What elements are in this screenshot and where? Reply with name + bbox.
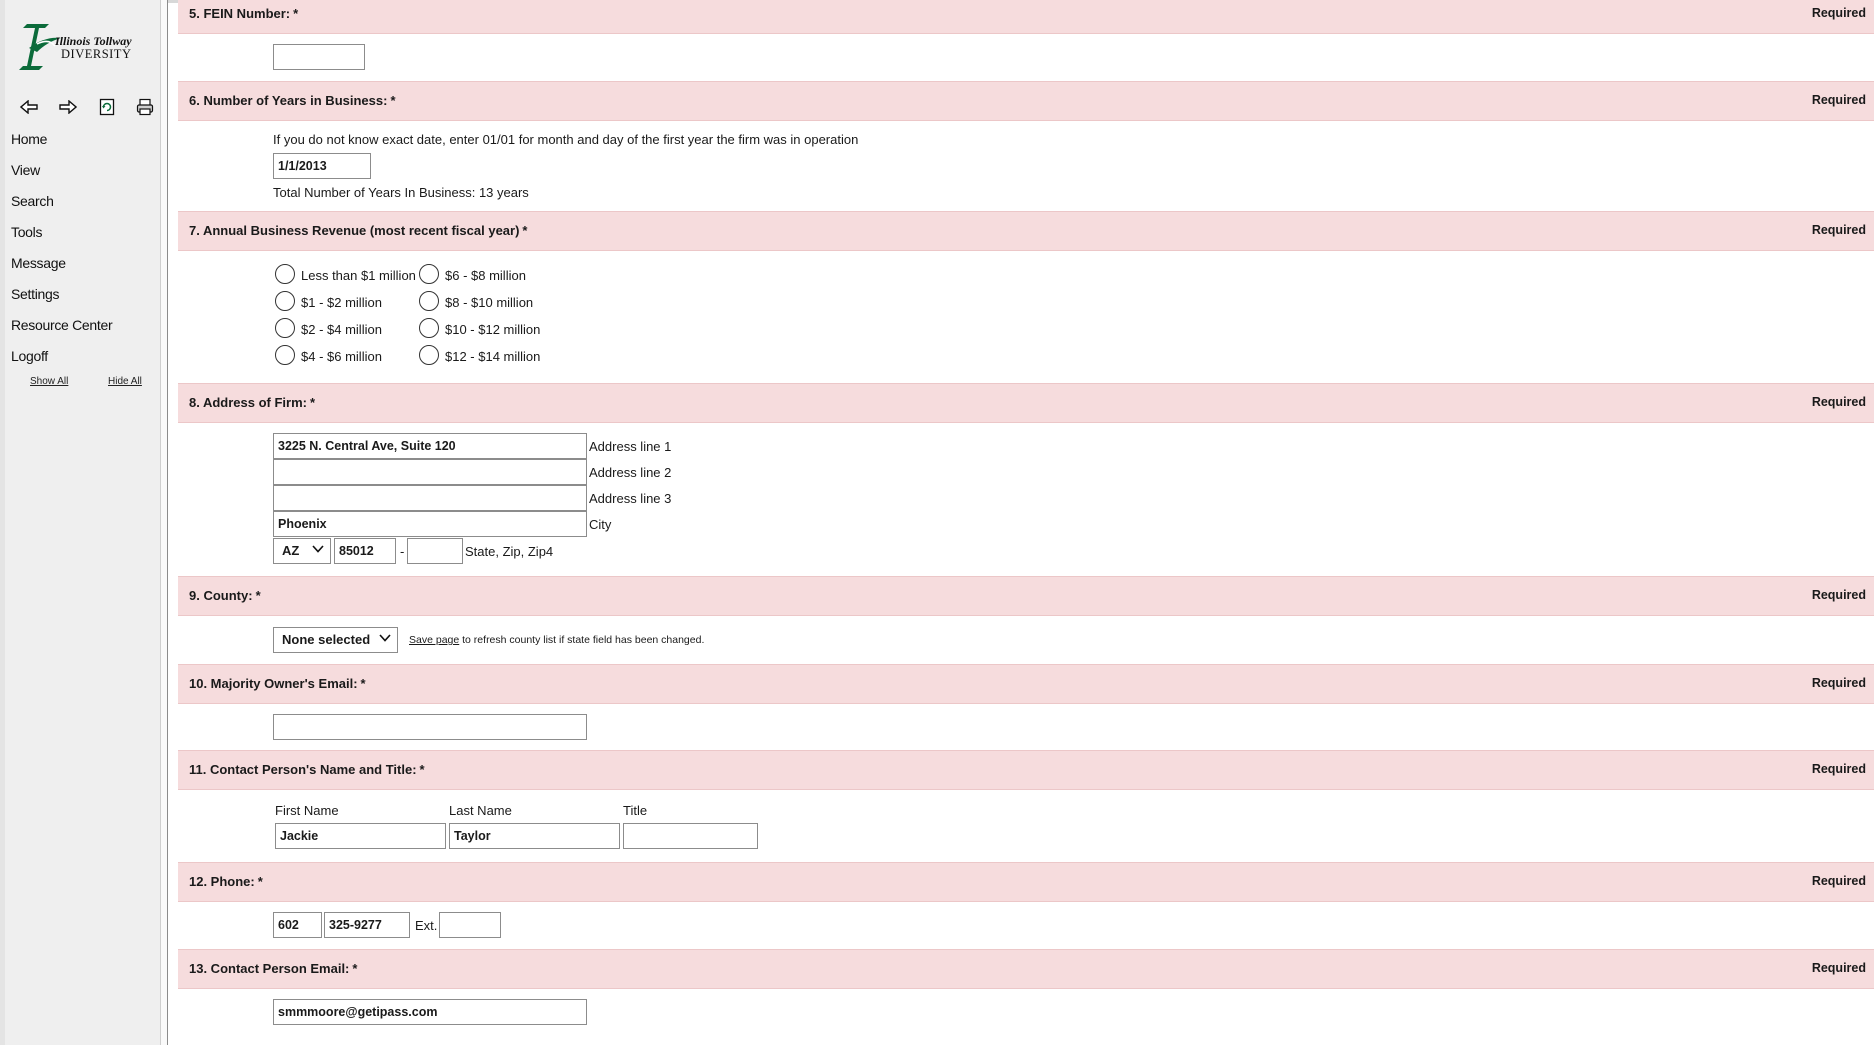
section-title: 5. FEIN Number: * xyxy=(189,6,299,21)
required-label: Required xyxy=(1811,762,1866,776)
state-select[interactable]: AZ xyxy=(273,538,331,564)
section-title: 13. Contact Person Email: * xyxy=(189,961,358,976)
radio-circle[interactable] xyxy=(419,345,439,365)
nav-item-home[interactable]: Home xyxy=(11,128,163,159)
sidebar: Illinois Tollway DIVERSITY Home View Sea… xyxy=(0,0,168,1045)
sidebar-toolbar xyxy=(11,96,163,118)
radio-circle[interactable] xyxy=(419,291,439,311)
nav-item-view[interactable]: View xyxy=(11,159,163,190)
section-title: 8. Address of Firm: * xyxy=(189,395,316,410)
address-line-1-label: Address line 1 xyxy=(589,439,672,454)
nav-item-search[interactable]: Search xyxy=(11,190,163,221)
county-note-text: to refresh county list if state field ha… xyxy=(459,634,705,646)
required-label: Required xyxy=(1811,676,1866,690)
zip-dash: - xyxy=(400,544,405,559)
phone-ext-label: Ext. xyxy=(415,918,438,933)
save-page-link[interactable]: Save page xyxy=(409,634,459,646)
phone-area-code-input[interactable]: 602 xyxy=(273,912,322,938)
forward-arrow-icon[interactable] xyxy=(56,96,80,118)
section-title: 6. Number of Years in Business: * xyxy=(189,93,396,108)
title-label: Title xyxy=(623,803,648,818)
county-refresh-note: Save page to refresh county list if stat… xyxy=(409,634,704,646)
radio-circle[interactable] xyxy=(275,291,295,311)
address-line-1-input[interactable]: 3225 N. Central Ave, Suite 120 xyxy=(273,433,587,459)
required-label: Required xyxy=(1811,874,1866,888)
zip4-input[interactable] xyxy=(407,538,463,564)
required-label: Required xyxy=(1811,395,1866,409)
section-header-years-in-business: 6. Number of Years in Business: * Require… xyxy=(178,81,1874,121)
last-name-input[interactable]: Taylor xyxy=(449,823,620,849)
refresh-icon[interactable] xyxy=(95,96,119,118)
required-label: Required xyxy=(1811,223,1866,237)
sidebar-divider xyxy=(160,0,168,1045)
section-title: 9. County: * xyxy=(189,588,261,603)
section-header-address: 8. Address of Firm: * Required xyxy=(178,383,1874,423)
chevron-down-icon xyxy=(312,545,324,553)
show-all-link[interactable]: Show All xyxy=(30,376,68,387)
address-line-3-input[interactable] xyxy=(273,485,587,511)
address-line-2-input[interactable] xyxy=(273,459,587,485)
radio-circle[interactable] xyxy=(275,318,295,338)
svg-text:Illinois Tollway: Illinois Tollway xyxy=(54,34,132,48)
last-name-label: Last Name xyxy=(449,803,512,818)
radio-circle[interactable] xyxy=(275,345,295,365)
section-title: 7. Annual Business Revenue (most recent … xyxy=(189,223,528,238)
state-zip-label: State, Zip, Zip4 xyxy=(465,544,554,559)
back-arrow-icon[interactable] xyxy=(17,96,41,118)
required-label: Required xyxy=(1811,93,1866,107)
nav-item-logoff[interactable]: Logoff xyxy=(11,345,163,376)
section-header-contact-email: 13. Contact Person Email: * Required xyxy=(178,949,1874,989)
first-name-input[interactable]: Jackie xyxy=(275,823,446,849)
radio-circle[interactable] xyxy=(275,264,295,284)
application-form: 5. FEIN Number: * Required 6. Number of Y… xyxy=(178,0,1874,1045)
address-line-2-label: Address line 2 xyxy=(589,465,672,480)
address-line-3-label: Address line 3 xyxy=(589,491,672,506)
contact-person-email-input[interactable]: smmmoore@getipass.com xyxy=(273,999,587,1025)
nav-item-resource-center[interactable]: Resource Center xyxy=(11,314,163,345)
radio-circle[interactable] xyxy=(419,264,439,284)
nav-item-tools[interactable]: Tools xyxy=(11,221,163,252)
required-label: Required xyxy=(1811,6,1866,20)
fein-number-input[interactable] xyxy=(273,44,365,70)
section-header-county: 9. County: * Required xyxy=(178,576,1874,616)
city-label: City xyxy=(589,517,612,532)
total-years-text: Total Number of Years In Business: 13 ye… xyxy=(273,185,529,200)
chevron-down-icon xyxy=(379,634,391,642)
years-in-business-hint: If you do not know exact date, enter 01/… xyxy=(273,132,859,147)
required-label: Required xyxy=(1811,961,1866,975)
state-select-value: AZ xyxy=(282,543,300,558)
county-select[interactable]: None selected xyxy=(273,627,398,653)
section-title: 12. Phone: * xyxy=(189,874,263,889)
business-start-date-input[interactable]: 1/1/2013 xyxy=(273,153,371,179)
county-select-value: None selected xyxy=(282,632,371,647)
section-title: 10. Majority Owner's Email: * xyxy=(189,676,366,691)
zip-input[interactable]: 85012 xyxy=(334,538,396,564)
title-input[interactable] xyxy=(623,823,758,849)
nav-item-message[interactable]: Message xyxy=(11,252,163,283)
section-header-majority-owner-email: 10. Majority Owner's Email: * Required xyxy=(178,664,1874,704)
section-header-contact-name: 11. Contact Person's Name and Title: * Re… xyxy=(178,750,1874,790)
illinois-tollway-diversity-logo: Illinois Tollway DIVERSITY xyxy=(15,18,145,74)
print-icon[interactable] xyxy=(133,96,157,118)
majority-owner-email-input[interactable] xyxy=(273,714,587,740)
phone-number-input[interactable]: 325-9277 xyxy=(324,912,410,938)
phone-ext-input[interactable] xyxy=(439,912,501,938)
required-label: Required xyxy=(1811,588,1866,602)
section-header-annual-revenue: 7. Annual Business Revenue (most recent … xyxy=(178,211,1874,251)
section-header-phone: 12. Phone: * Required xyxy=(178,862,1874,902)
nav-item-settings[interactable]: Settings xyxy=(11,283,163,314)
main-nav: Home View Search Tools Message Settings … xyxy=(11,128,163,376)
svg-text:DIVERSITY: DIVERSITY xyxy=(61,47,131,61)
first-name-label: First Name xyxy=(275,803,339,818)
radio-circle[interactable] xyxy=(419,318,439,338)
section-header-fein: 5. FEIN Number: * Required xyxy=(178,0,1874,34)
city-input[interactable]: Phoenix xyxy=(273,511,587,537)
section-title: 11. Contact Person's Name and Title: * xyxy=(189,762,425,777)
hide-all-link[interactable]: Hide All xyxy=(108,376,142,387)
